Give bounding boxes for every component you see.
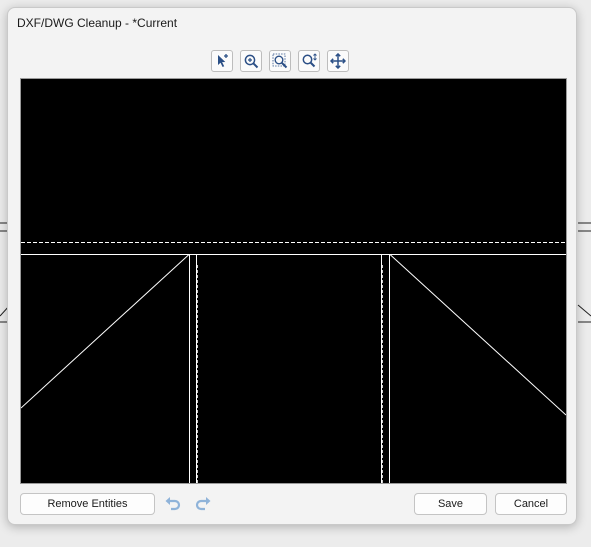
undo-icon bbox=[165, 497, 181, 511]
select-entities-icon bbox=[218, 54, 228, 67]
cancel-button[interactable]: Cancel bbox=[495, 493, 567, 515]
drawing-canvas bbox=[21, 242, 566, 483]
right-diagonal-line bbox=[389, 254, 566, 416]
zoom-window-button[interactable] bbox=[269, 50, 291, 72]
dialog-title: DXF/DWG Cleanup - *Current bbox=[17, 16, 178, 30]
redo-button[interactable] bbox=[193, 494, 213, 514]
redo-icon bbox=[195, 497, 211, 511]
pan-button[interactable] bbox=[327, 50, 349, 72]
undo-button[interactable] bbox=[163, 494, 183, 514]
zoom-in-icon bbox=[244, 54, 259, 69]
zoom-dynamic-button[interactable] bbox=[298, 50, 320, 72]
drawing-viewport[interactable] bbox=[20, 78, 567, 484]
pan-icon bbox=[330, 53, 346, 69]
dialog-titlebar[interactable]: DXF/DWG Cleanup - *Current bbox=[8, 8, 576, 40]
zoom-in-button[interactable] bbox=[240, 50, 262, 72]
zoom-dynamic-icon bbox=[302, 53, 317, 68]
view-toolbar bbox=[211, 50, 349, 72]
select-entities-button[interactable] bbox=[211, 50, 233, 72]
save-button[interactable]: Save bbox=[414, 493, 487, 515]
zoom-window-icon bbox=[272, 53, 288, 69]
left-diagonal-line bbox=[21, 254, 190, 409]
cleanup-dialog: DXF/DWG Cleanup - *Current Remove Entiti… bbox=[7, 7, 577, 525]
remove-entities-button[interactable]: Remove Entities bbox=[20, 493, 155, 515]
